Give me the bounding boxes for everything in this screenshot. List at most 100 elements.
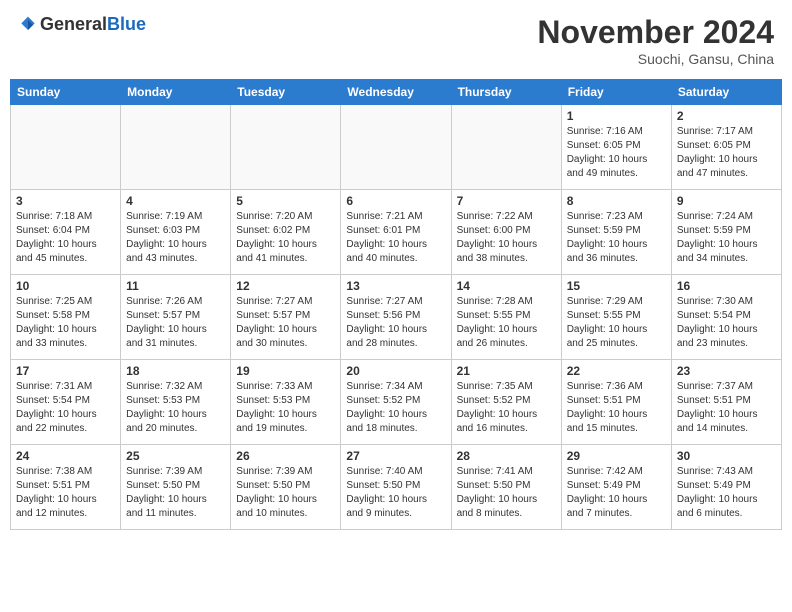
calendar-cell: 24Sunrise: 7:38 AM Sunset: 5:51 PM Dayli… xyxy=(11,445,121,530)
calendar-header-row: SundayMondayTuesdayWednesdayThursdayFrid… xyxy=(11,80,782,105)
column-header-saturday: Saturday xyxy=(671,80,781,105)
column-header-friday: Friday xyxy=(561,80,671,105)
day-number: 21 xyxy=(457,364,556,378)
column-header-sunday: Sunday xyxy=(11,80,121,105)
calendar-cell: 6 Sunrise: 7:21 AM Sunset: 6:01 PM Daylig… xyxy=(341,190,451,275)
day-number: 28 xyxy=(457,449,556,463)
calendar-cell: 3 Sunrise: 7:18 AM Sunset: 6:04 PM Daylig… xyxy=(11,190,121,275)
title-block: November 2024 Suochi, Gansu, China xyxy=(537,14,774,67)
day-number: 22 xyxy=(567,364,666,378)
week-row-3: 10 Sunrise: 7:25 AM Sunset: 5:58 PM Dayli… xyxy=(11,275,782,360)
day-info: Sunrise: 7:18 AM Sunset: 6:04 PM Dayligh… xyxy=(16,210,115,266)
day-info: Sunrise: 7:21 AM Sunset: 6:01 PM Dayligh… xyxy=(346,210,445,266)
day-info: Sunrise: 7:19 AM Sunset: 6:03 PM Dayligh… xyxy=(126,210,225,266)
calendar-cell xyxy=(121,105,231,190)
calendar-cell: 22Sunrise: 7:36 AM Sunset: 5:51 PM Dayli… xyxy=(561,360,671,445)
calendar-cell: 13 Sunrise: 7:27 AM Sunset: 5:56 PM Dayli… xyxy=(341,275,451,360)
day-number: 6 xyxy=(346,194,445,208)
week-row-1: 1 Sunrise: 7:16 AM Sunset: 6:05 PM Daylig… xyxy=(11,105,782,190)
calendar-cell: 5 Sunrise: 7:20 AM Sunset: 6:02 PM Daylig… xyxy=(231,190,341,275)
calendar-cell: 12 Sunrise: 7:27 AM Sunset: 5:57 PM Dayli… xyxy=(231,275,341,360)
day-number: 19 xyxy=(236,364,335,378)
day-number: 3 xyxy=(16,194,115,208)
day-info: Sunrise: 7:29 AM Sunset: 5:55 PM Dayligh… xyxy=(567,295,666,351)
calendar-cell: 29 Sunrise: 7:42 AM Sunset: 5:49 PM Dayli… xyxy=(561,445,671,530)
day-number: 12 xyxy=(236,279,335,293)
month-title: November 2024 xyxy=(537,14,774,51)
column-header-tuesday: Tuesday xyxy=(231,80,341,105)
column-header-thursday: Thursday xyxy=(451,80,561,105)
day-number: 10 xyxy=(16,279,115,293)
day-number: 13 xyxy=(346,279,445,293)
calendar-cell: 1 Sunrise: 7:16 AM Sunset: 6:05 PM Daylig… xyxy=(561,105,671,190)
day-info: Sunrise: 7:40 AM Sunset: 5:50 PM Dayligh… xyxy=(346,465,445,521)
day-number: 18 xyxy=(126,364,225,378)
day-number: 30 xyxy=(677,449,776,463)
day-number: 1 xyxy=(567,109,666,123)
location-text: Suochi, Gansu, China xyxy=(537,51,774,67)
day-info: Sunrise: 7:35 AM Sunset: 5:52 PM Dayligh… xyxy=(457,380,556,436)
day-info: Sunrise: 7:22 AM Sunset: 6:00 PM Dayligh… xyxy=(457,210,556,266)
day-number: 17 xyxy=(16,364,115,378)
day-number: 27 xyxy=(346,449,445,463)
day-number: 11 xyxy=(126,279,225,293)
day-info: Sunrise: 7:43 AM Sunset: 5:49 PM Dayligh… xyxy=(677,465,776,521)
day-info: Sunrise: 7:37 AM Sunset: 5:51 PM Dayligh… xyxy=(677,380,776,436)
day-number: 5 xyxy=(236,194,335,208)
week-row-5: 24Sunrise: 7:38 AM Sunset: 5:51 PM Dayli… xyxy=(11,445,782,530)
calendar-cell: 2Sunrise: 7:17 AM Sunset: 6:05 PM Daylig… xyxy=(671,105,781,190)
day-info: Sunrise: 7:34 AM Sunset: 5:52 PM Dayligh… xyxy=(346,380,445,436)
calendar-cell: 23 Sunrise: 7:37 AM Sunset: 5:51 PM Dayli… xyxy=(671,360,781,445)
day-number: 4 xyxy=(126,194,225,208)
logo-icon xyxy=(18,15,38,35)
day-number: 29 xyxy=(567,449,666,463)
day-number: 8 xyxy=(567,194,666,208)
day-number: 15 xyxy=(567,279,666,293)
calendar-cell: 11 Sunrise: 7:26 AM Sunset: 5:57 PM Dayli… xyxy=(121,275,231,360)
calendar-cell: 10 Sunrise: 7:25 AM Sunset: 5:58 PM Dayli… xyxy=(11,275,121,360)
day-info: Sunrise: 7:26 AM Sunset: 5:57 PM Dayligh… xyxy=(126,295,225,351)
calendar-cell: 25 Sunrise: 7:39 AM Sunset: 5:50 PM Dayli… xyxy=(121,445,231,530)
day-number: 7 xyxy=(457,194,556,208)
day-info: Sunrise: 7:25 AM Sunset: 5:58 PM Dayligh… xyxy=(16,295,115,351)
week-row-4: 17 Sunrise: 7:31 AM Sunset: 5:54 PM Dayli… xyxy=(11,360,782,445)
column-header-wednesday: Wednesday xyxy=(341,80,451,105)
page-header: GeneralBlue November 2024 Suochi, Gansu,… xyxy=(10,10,782,71)
calendar-cell: 30 Sunrise: 7:43 AM Sunset: 5:49 PM Dayli… xyxy=(671,445,781,530)
day-info: Sunrise: 7:17 AM Sunset: 6:05 PM Dayligh… xyxy=(677,125,776,181)
calendar-cell: 28Sunrise: 7:41 AM Sunset: 5:50 PM Dayli… xyxy=(451,445,561,530)
calendar-cell xyxy=(231,105,341,190)
calendar-table: SundayMondayTuesdayWednesdayThursdayFrid… xyxy=(10,79,782,530)
week-row-2: 3 Sunrise: 7:18 AM Sunset: 6:04 PM Daylig… xyxy=(11,190,782,275)
calendar-cell: 26Sunrise: 7:39 AM Sunset: 5:50 PM Dayli… xyxy=(231,445,341,530)
day-info: Sunrise: 7:27 AM Sunset: 5:56 PM Dayligh… xyxy=(346,295,445,351)
calendar-cell: 16 Sunrise: 7:30 AM Sunset: 5:54 PM Dayli… xyxy=(671,275,781,360)
day-info: Sunrise: 7:23 AM Sunset: 5:59 PM Dayligh… xyxy=(567,210,666,266)
logo: GeneralBlue xyxy=(18,14,146,35)
calendar-cell: 20Sunrise: 7:34 AM Sunset: 5:52 PM Dayli… xyxy=(341,360,451,445)
day-info: Sunrise: 7:16 AM Sunset: 6:05 PM Dayligh… xyxy=(567,125,666,181)
day-number: 16 xyxy=(677,279,776,293)
calendar-cell: 19 Sunrise: 7:33 AM Sunset: 5:53 PM Dayli… xyxy=(231,360,341,445)
day-info: Sunrise: 7:31 AM Sunset: 5:54 PM Dayligh… xyxy=(16,380,115,436)
day-number: 25 xyxy=(126,449,225,463)
calendar-cell: 9Sunrise: 7:24 AM Sunset: 5:59 PM Daylig… xyxy=(671,190,781,275)
calendar-cell: 4 Sunrise: 7:19 AM Sunset: 6:03 PM Daylig… xyxy=(121,190,231,275)
calendar-cell: 14Sunrise: 7:28 AM Sunset: 5:55 PM Dayli… xyxy=(451,275,561,360)
calendar-cell: 15 Sunrise: 7:29 AM Sunset: 5:55 PM Dayli… xyxy=(561,275,671,360)
logo-general-text: General xyxy=(40,14,107,35)
day-info: Sunrise: 7:27 AM Sunset: 5:57 PM Dayligh… xyxy=(236,295,335,351)
day-info: Sunrise: 7:39 AM Sunset: 5:50 PM Dayligh… xyxy=(126,465,225,521)
day-number: 9 xyxy=(677,194,776,208)
day-info: Sunrise: 7:42 AM Sunset: 5:49 PM Dayligh… xyxy=(567,465,666,521)
day-info: Sunrise: 7:30 AM Sunset: 5:54 PM Dayligh… xyxy=(677,295,776,351)
calendar-cell: 18Sunrise: 7:32 AM Sunset: 5:53 PM Dayli… xyxy=(121,360,231,445)
column-header-monday: Monday xyxy=(121,80,231,105)
calendar-cell: 8 Sunrise: 7:23 AM Sunset: 5:59 PM Daylig… xyxy=(561,190,671,275)
day-info: Sunrise: 7:33 AM Sunset: 5:53 PM Dayligh… xyxy=(236,380,335,436)
day-info: Sunrise: 7:20 AM Sunset: 6:02 PM Dayligh… xyxy=(236,210,335,266)
day-number: 23 xyxy=(677,364,776,378)
calendar-cell: 17 Sunrise: 7:31 AM Sunset: 5:54 PM Dayli… xyxy=(11,360,121,445)
calendar-cell xyxy=(341,105,451,190)
calendar-cell: 7 Sunrise: 7:22 AM Sunset: 6:00 PM Daylig… xyxy=(451,190,561,275)
